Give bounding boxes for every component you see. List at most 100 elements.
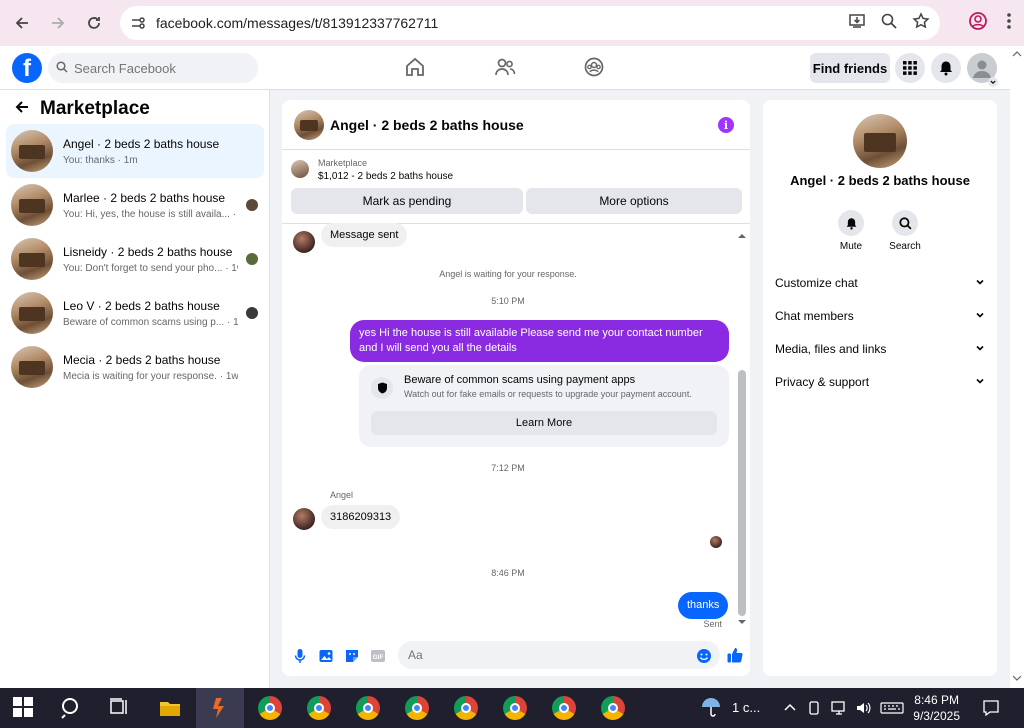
notification-center-icon[interactable] (982, 699, 1000, 722)
warning-title: Beware of common scams using payment app… (404, 374, 636, 386)
chrome-icon[interactable] (503, 696, 527, 720)
back-arrow-icon[interactable] (14, 99, 30, 120)
microphone-icon[interactable] (292, 648, 308, 664)
like-thumb-icon[interactable] (726, 646, 743, 663)
waiting-notice: Angel is waiting for your response. (439, 269, 577, 279)
read-receipt-avatar (246, 307, 258, 319)
menu-grid-icon[interactable] (895, 53, 925, 83)
mark-as-pending-button[interactable]: Mark as pending (291, 188, 523, 214)
clock-date: 9/3/2025 (913, 709, 960, 723)
timestamp: 5:10 PM (491, 296, 525, 306)
reload-icon[interactable] (82, 11, 106, 35)
warning-subtitle: Watch out for fake emails or requests to… (404, 389, 692, 399)
address-bar[interactable]: facebook.com/messages/t/813912337762711 (120, 6, 940, 40)
tray-device-icon[interactable] (806, 700, 822, 721)
conversation-preview: You: Don't forget to send your pho... · … (63, 262, 238, 274)
url-text: facebook.com/messages/t/813912337762711 (156, 15, 439, 31)
marketplace-label: Marketplace (318, 158, 368, 168)
facebook-logo-icon[interactable]: f (12, 53, 42, 83)
read-receipt-avatar (246, 253, 258, 265)
file-explorer-icon[interactable] (158, 696, 182, 720)
chrome-icon[interactable] (258, 696, 282, 720)
chrome-icon[interactable] (601, 696, 625, 720)
timestamp: 8:46 PM (491, 568, 525, 578)
sticker-icon[interactable] (344, 648, 360, 664)
message-scrollbar[interactable] (737, 230, 747, 630)
conversation-preview: Beware of common scams using p... · 1w (63, 316, 238, 328)
windows-start-icon[interactable] (12, 696, 36, 720)
contact-avatar[interactable] (853, 114, 907, 168)
account-chevron-icon[interactable] (988, 74, 998, 92)
chat-title[interactable]: Angel · 2 beds 2 baths house (330, 117, 524, 133)
listing-avatar (11, 184, 53, 226)
groups-icon[interactable] (583, 56, 605, 78)
find-friends-button[interactable]: Find friends (810, 53, 890, 83)
gif-icon[interactable]: GIF (370, 648, 386, 664)
facebook-search[interactable] (48, 53, 258, 83)
photo-icon[interactable] (318, 648, 334, 664)
media-files-links-row[interactable]: Media, files and links (775, 339, 985, 359)
task-view-icon[interactable] (108, 696, 132, 720)
read-receipt-avatar (710, 536, 722, 548)
listing-thumbnail[interactable] (291, 160, 309, 178)
outgoing-message-bubble: yes Hi the house is still available Plea… (350, 320, 729, 362)
facebook-top-bar: f Find friends (0, 46, 1010, 90)
back-icon[interactable] (10, 11, 34, 35)
taskbar-clock[interactable]: 8:46 PM 9/3/2025 (913, 692, 960, 724)
tray-chevron-up-icon[interactable] (782, 700, 798, 721)
privacy-support-row[interactable]: Privacy & support (775, 372, 985, 392)
conversation-item-angel[interactable]: Angel · 2 beds 2 baths house You: thanks… (6, 124, 264, 178)
windows-taskbar: 1 c... 8:46 PM 9/3/2025 (0, 688, 1024, 728)
more-options-button[interactable]: More options (526, 188, 742, 214)
chat-avatar[interactable] (294, 109, 324, 140)
search-in-chat-button[interactable]: Search (880, 210, 930, 252)
listing-price-title[interactable]: $1,012 - 2 beds 2 baths house (318, 171, 453, 182)
message-input[interactable] (398, 641, 720, 669)
home-icon[interactable] (404, 56, 426, 78)
bookmark-star-icon[interactable] (912, 12, 930, 35)
zoom-icon[interactable] (880, 12, 898, 35)
conversation-item-mecia[interactable]: Mecia · 2 beds 2 baths house Mecia is wa… (6, 340, 264, 394)
keyboard-icon[interactable] (880, 700, 904, 721)
volume-icon[interactable] (855, 700, 873, 721)
bell-icon (838, 210, 864, 236)
chat-members-row[interactable]: Chat members (775, 306, 985, 326)
install-app-icon[interactable] (848, 12, 866, 35)
chrome-icon[interactable] (405, 696, 429, 720)
chrome-icon[interactable] (307, 696, 331, 720)
conversation-name: Lisneidy · 2 beds 2 baths house (63, 244, 233, 259)
chrome-icon[interactable] (552, 696, 576, 720)
row-label: Customize chat (775, 276, 858, 290)
row-label: Privacy & support (775, 375, 870, 389)
chrome-icon[interactable] (454, 696, 478, 720)
notifications-bell-icon[interactable] (931, 53, 961, 83)
browser-menu-icon[interactable] (1006, 11, 1012, 36)
sender-avatar (293, 508, 315, 530)
conversation-item-marlee[interactable]: Marlee · 2 beds 2 baths house You: Hi, y… (6, 178, 264, 232)
weather-umbrella-icon[interactable] (700, 696, 722, 723)
taskbar-search-icon[interactable] (60, 696, 84, 720)
search-icon (56, 60, 68, 76)
search-input[interactable] (74, 60, 244, 76)
forward-icon[interactable] (46, 11, 70, 35)
page-scrollbar[interactable] (1010, 46, 1024, 688)
search-icon (892, 210, 918, 236)
timestamp: 7:12 PM (491, 463, 525, 473)
customize-chat-row[interactable]: Customize chat (775, 273, 985, 293)
mute-button[interactable]: Mute (826, 210, 876, 252)
conversation-item-lisneidy[interactable]: Lisneidy · 2 beds 2 baths house You: Don… (6, 232, 264, 286)
chrome-icon[interactable] (356, 696, 380, 720)
weather-text[interactable]: 1 c... (732, 700, 760, 715)
site-info-icon[interactable] (130, 15, 146, 36)
emoji-icon[interactable] (696, 648, 712, 664)
learn-more-button[interactable]: Learn More (371, 411, 717, 435)
friends-icon[interactable] (494, 56, 516, 78)
conversation-item-leo-v[interactable]: Leo V · 2 beds 2 baths house Beware of c… (6, 286, 264, 340)
taskbar-active-app[interactable] (196, 688, 244, 728)
info-icon[interactable]: i (718, 117, 734, 133)
marketplace-title: Marketplace (40, 98, 150, 119)
scrollbar-thumb[interactable] (738, 370, 746, 616)
listing-avatar (11, 346, 53, 388)
profile-icon[interactable] (968, 11, 988, 36)
network-icon[interactable] (830, 700, 848, 721)
